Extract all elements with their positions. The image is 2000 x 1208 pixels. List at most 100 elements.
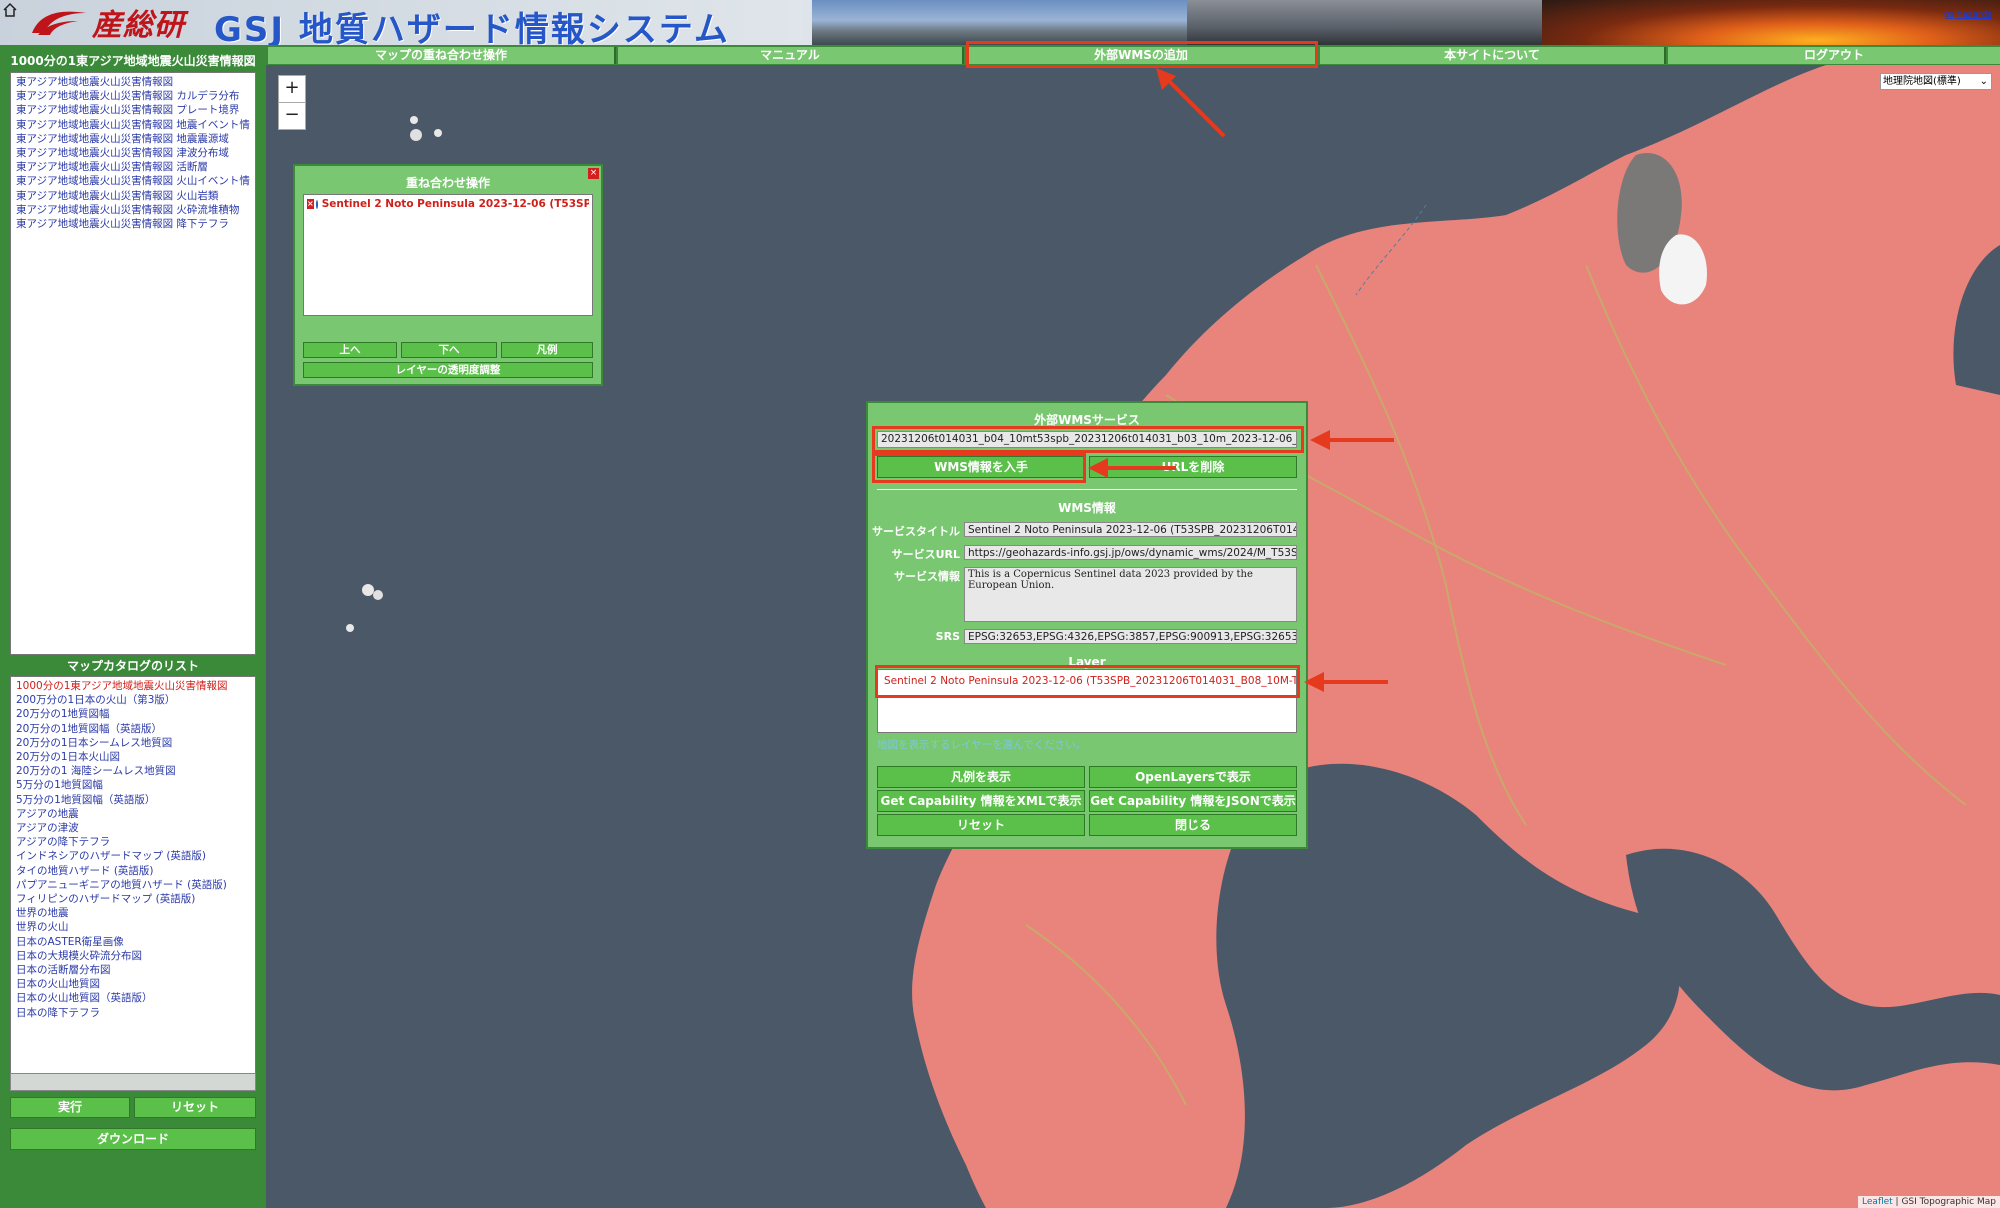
catalog-list-item[interactable]: フィリピンのハザードマップ (英語版)	[16, 892, 250, 906]
catalog-list-item[interactable]: 200万分の1日本の火山（第3版）	[16, 693, 250, 707]
layer-list-item[interactable]: 東アジア地域地震火山災害情報図 津波分布域	[16, 146, 250, 160]
layer-list-item[interactable]: 東アジア地域地震火山災害情報図 火砕流堆積物	[16, 203, 250, 217]
catalog-list-item[interactable]: インドネシアのハザードマップ (英語版)	[16, 849, 250, 863]
annotation-arrow-icon	[1088, 458, 1176, 478]
catalog-list-item[interactable]: 日本の火山地質図	[16, 977, 250, 991]
nav-add-external-wms[interactable]: 外部WMSの追加	[966, 47, 1318, 64]
overlay-layer-row[interactable]: × Sentinel 2 Noto Peninsula 2023-12-06 (…	[307, 198, 589, 210]
catalog-list-item[interactable]: アジアの地震	[16, 807, 250, 821]
layer-radio[interactable]	[315, 199, 318, 209]
layer-hint-text: 地図を表示するレイヤーを選んでください。	[877, 739, 1087, 751]
wms-layer-item[interactable]: Sentinel 2 Noto Peninsula 2023-12-06 (T5…	[878, 670, 1296, 692]
catalog-list-item[interactable]: 日本の火山地質図（英語版）	[16, 991, 250, 1005]
chevron-down-icon: ⌄	[1979, 76, 1988, 87]
layer-down-button[interactable]: 下へ	[401, 342, 497, 358]
srs-value: EPSG:32653,EPSG:4326,EPSG:3857,EPSG:9009…	[964, 629, 1297, 644]
layer-list-item[interactable]: 東アジア地域地震火山災害情報図 地震イベント情	[16, 118, 250, 132]
wms-close-button[interactable]: 閉じる	[1089, 814, 1297, 836]
catalog-list-item[interactable]: アジアの降下テフラ	[16, 835, 250, 849]
nav-about[interactable]: 本サイトについて	[1320, 47, 1666, 64]
layer-list-item[interactable]: 東アジア地域地震火山災害情報図 火山岩類	[16, 189, 250, 203]
catalog-list-item[interactable]: 1000分の1東アジア地域地震火山災害情報図	[16, 679, 250, 693]
catalog-list-item[interactable]: 日本の大規模火砕流分布図	[16, 949, 250, 963]
nav-manual[interactable]: マニュアル	[618, 47, 964, 64]
map-attribution: Leaflet | GSI Topographic Map	[1858, 1196, 2000, 1208]
openlayers-button[interactable]: OpenLayersで表示	[1089, 766, 1297, 788]
layer-list-item[interactable]: 東アジア地域地震火山災害情報図 地震震源域	[16, 132, 250, 146]
basemap-select[interactable]: 地理院地図(標準) ⌄	[1880, 73, 1992, 90]
catalog-title: マップカタログのリスト	[66, 659, 199, 673]
logo-swoosh-icon	[32, 11, 86, 35]
service-url-value: https://geohazards-info.gsj.jp/ows/dynam…	[964, 545, 1297, 560]
get-wms-info-button[interactable]: WMS情報を入手	[877, 456, 1085, 478]
annotation-arrow-icon	[1156, 68, 1226, 138]
banner-photo-lava	[1542, 0, 2000, 45]
download-button[interactable]: ダウンロード	[10, 1128, 256, 1150]
app-title: GSJ 地質ハザード情報システム	[214, 10, 730, 45]
layer-list-item[interactable]: 東アジア地域地震火山災害情報図 プレート境界	[16, 103, 250, 117]
catalog-list-item[interactable]: アジアの津波	[16, 821, 250, 835]
catalog-list-item[interactable]: 日本の降下テフラ	[16, 1006, 250, 1020]
wms-reset-button[interactable]: リセット	[877, 814, 1085, 836]
nav-overlay-ops[interactable]: マップの重ね合わせ操作	[268, 47, 616, 64]
header-banner: 産総研 GSJ 地質ハザード情報システム gsjhazards	[0, 0, 2000, 45]
layer-list-item[interactable]: 東アジア地域地震火山災害情報図 火山イベント情	[16, 174, 250, 188]
zoom-in-button[interactable]: +	[278, 75, 306, 103]
search-reset-button[interactable]: リセット	[134, 1097, 256, 1118]
catalog-list-item[interactable]: 20万分の1日本シームレス地質図	[16, 736, 250, 750]
catalog-list-item[interactable]: 5万分の1地質図幅	[16, 778, 250, 792]
catalog-list-item[interactable]: 世界の火山	[16, 920, 250, 934]
service-info-label: サービス情報	[894, 570, 960, 583]
search-input[interactable]	[10, 1073, 256, 1091]
capability-json-button[interactable]: Get Capability 情報をJSONで表示	[1089, 790, 1297, 812]
catalog-list-item[interactable]: タイの地質ハザード (英語版)	[16, 864, 250, 878]
service-title-value: Sentinel 2 Noto Peninsula 2023-12-06 (T5…	[964, 522, 1297, 537]
catalog-list-item[interactable]: 日本のASTER衛星画像	[16, 935, 250, 949]
catalog-list-item[interactable]: 5万分の1地質図幅（英語版）	[16, 793, 250, 807]
capability-xml-button[interactable]: Get Capability 情報をXMLで表示	[877, 790, 1085, 812]
remove-layer-icon[interactable]: ×	[307, 199, 314, 209]
wms-url-input[interactable]: 20231206t014031_b04_10mt53spb_20231206t0…	[877, 431, 1297, 448]
catalog-list-item[interactable]: 世界の地震	[16, 906, 250, 920]
wms-info-title: WMS情報	[1058, 501, 1116, 515]
wms-dialog-title: 外部WMSサービス	[1034, 413, 1140, 427]
service-title-label: サービスタイトル	[872, 525, 960, 538]
zoom-out-button[interactable]: −	[278, 102, 306, 130]
catalog-list[interactable]: 1000分の1東アジア地域地震火山災害情報図 200万分の1日本の火山（第3版） 2…	[10, 676, 256, 1090]
leaflet-link[interactable]: Leaflet	[1862, 1197, 1893, 1207]
catalog-list-item[interactable]: 20万分の1日本火山図	[16, 750, 250, 764]
home-icon[interactable]	[2, 2, 18, 18]
catalog-list-item[interactable]: 20万分の1 海陸シームレス地質図	[16, 764, 250, 778]
layer-up-button[interactable]: 上へ	[303, 342, 397, 358]
catalog-list-item[interactable]: 20万分の1地質図幅（英語版）	[16, 722, 250, 736]
layer-list-item[interactable]: 東アジア地域地震火山災害情報図	[16, 75, 250, 89]
layer-list[interactable]: 東アジア地域地震火山災害情報図 東アジア地域地震火山災害情報図 カルデラ分布 東アジ…	[10, 72, 256, 655]
annotation-arrow-icon	[1310, 430, 1394, 450]
corner-link[interactable]: gsjhazards	[1944, 10, 1992, 20]
wms-layer-list: Sentinel 2 Noto Peninsula 2023-12-06 (T5…	[877, 669, 1297, 733]
external-wms-dialog: 外部WMSサービス 20231206t014031_b04_10mt53spb_…	[866, 401, 1308, 849]
show-legend-button[interactable]: 凡例を表示	[877, 766, 1085, 788]
layer-list-item[interactable]: 東アジア地域地震火山災害情報図 降下テフラ	[16, 217, 250, 231]
overlay-panel: 重ね合わせ操作 × × Sentinel 2 Noto Peninsula 20…	[293, 164, 603, 386]
service-url-label: サービスURL	[891, 548, 960, 561]
catalog-list-item[interactable]: 20万分の1地質図幅	[16, 707, 250, 721]
overlay-layer-name: Sentinel 2 Noto Peninsula 2023-12-06 (T5…	[321, 198, 589, 210]
layer-opacity-button[interactable]: レイヤーの透明度調整	[303, 362, 593, 378]
layer-legend-button[interactable]: 凡例	[501, 342, 593, 358]
service-info-value: This is a Copernicus Sentinel data 2023 …	[964, 567, 1297, 622]
sidebar: 1000分の1東アジア地域地震火山災害情報図 東アジア地域地震火山災害情報図 東ア…	[0, 45, 266, 1208]
overlay-panel-title: 重ね合わせ操作	[405, 176, 490, 190]
attribution-text: | GSI Topographic Map	[1892, 1197, 1996, 1207]
aist-logo: 産総研	[30, 4, 185, 43]
search-run-button[interactable]: 実行	[10, 1097, 130, 1118]
overlay-close-icon[interactable]: ×	[588, 168, 599, 179]
catalog-list-item[interactable]: パプアニューギニアの地質ハザード (英語版)	[16, 878, 250, 892]
srs-label: SRS	[935, 630, 960, 643]
nav-logout[interactable]: ログアウト	[1668, 47, 2000, 64]
layer-list-item[interactable]: 東アジア地域地震火山災害情報図 活断層	[16, 160, 250, 174]
overlay-layer-list: × Sentinel 2 Noto Peninsula 2023-12-06 (…	[303, 194, 593, 316]
basemap-selected-value: 地理院地図(標準)	[1883, 76, 1961, 87]
catalog-list-item[interactable]: 日本の活断層分布図	[16, 963, 250, 977]
layer-list-item[interactable]: 東アジア地域地震火山災害情報図 カルデラ分布	[16, 89, 250, 103]
